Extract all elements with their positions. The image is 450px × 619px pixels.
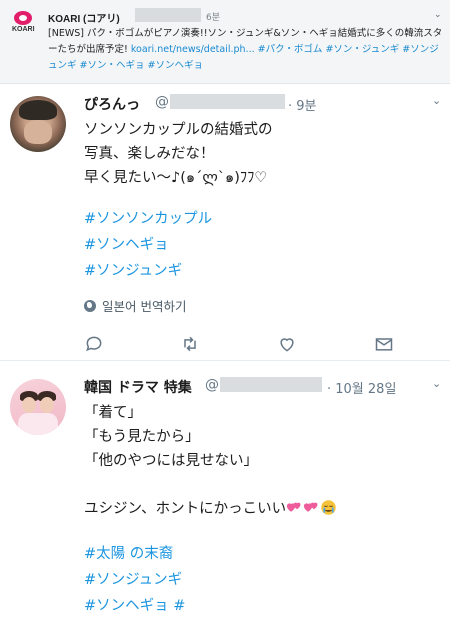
- tweet-card[interactable]: ぴろんっ @ · 9분 ⌄ ソンソンカップルの結婚式の 写真、楽しみだな！ 早く…: [0, 84, 450, 360]
- hashtag-list: #ソンソンカップル #ソンヘギョ #ソンジュンギ: [84, 206, 212, 284]
- hashtag-link[interactable]: #ソンソンカップル: [84, 206, 212, 232]
- hashtag-link[interactable]: #ソンジュンギ: [84, 258, 212, 284]
- timestamp[interactable]: · 10월 28일: [327, 378, 396, 397]
- chevron-down-icon[interactable]: ⌄: [432, 377, 441, 390]
- quoted-account-name[interactable]: KOARI (コアリ): [48, 10, 120, 25]
- chevron-down-icon[interactable]: ⌄: [434, 10, 442, 20]
- hashtag-link[interactable]: #ソンヘギョ #: [84, 593, 185, 619]
- quoted-tweet-card[interactable]: KOARI KOARI (コアリ) 6분 ⌄ [NEWS] パク・ボゴムがピアノ…: [0, 0, 450, 84]
- redacted-handle: [170, 94, 285, 109]
- hashtag-list: #太陽 の末裔 #ソンジュンギ #ソンヘギョ #: [84, 541, 185, 619]
- display-name[interactable]: 韓国 ドラマ 特集: [84, 377, 192, 397]
- avatar[interactable]: [10, 379, 66, 435]
- handle-at: @: [205, 377, 219, 393]
- message-icon[interactable]: [374, 334, 396, 354]
- article-link[interactable]: koari.net/news/detail.ph...: [131, 44, 255, 55]
- hashtag-link[interactable]: #太陽 の末裔: [84, 541, 185, 567]
- heart-emoji-icon: [303, 499, 320, 516]
- heart-emoji-icon: [286, 499, 303, 516]
- redacted-handle: [220, 377, 322, 392]
- hashtag-link[interactable]: #ソンヘギョ: [84, 232, 212, 258]
- tweet-text: ソンソンカップルの結婚式の 写真、楽しみだな！ 早く見たい～♪(๑´ლ`๑)ﾌﾌ…: [84, 122, 273, 186]
- avatar[interactable]: [10, 96, 66, 152]
- reply-icon[interactable]: [84, 334, 106, 354]
- tweet-actions: [84, 334, 414, 354]
- timestamp[interactable]: · 9분: [288, 95, 317, 114]
- like-icon[interactable]: [277, 334, 299, 354]
- translate-link[interactable]: 일본어 번역하기: [84, 296, 186, 315]
- hashtag-link[interactable]: #ソンジュンギ: [84, 567, 185, 593]
- tweet-text: 「着て」 「もう見たから」 「他のやつには見せない」 ユシジン、ホントにかっこい…: [84, 401, 337, 521]
- quoted-tweet-text: [NEWS] パク・ボゴムがピアノ演奏!!ソン・ジュンギ&ソン・ヘギョ結婚式に多…: [48, 28, 443, 71]
- translate-label: 일본어 번역하기: [102, 299, 187, 314]
- tweet-card[interactable]: 韓国 ドラマ 特集 @ · 10월 28일 ⌄ 「着て」 「もう見たから」 「他…: [0, 360, 450, 619]
- retweet-icon[interactable]: [180, 334, 202, 354]
- redacted-handle: [135, 8, 201, 22]
- koari-logo: KOARI: [12, 10, 36, 36]
- handle-at: @: [155, 94, 169, 110]
- crying-emoji-icon: [320, 499, 337, 516]
- display-name[interactable]: ぴろんっ: [84, 94, 140, 114]
- globe-icon: [84, 300, 96, 312]
- chevron-down-icon[interactable]: ⌄: [432, 94, 441, 107]
- quoted-timestamp[interactable]: 6분: [206, 10, 220, 23]
